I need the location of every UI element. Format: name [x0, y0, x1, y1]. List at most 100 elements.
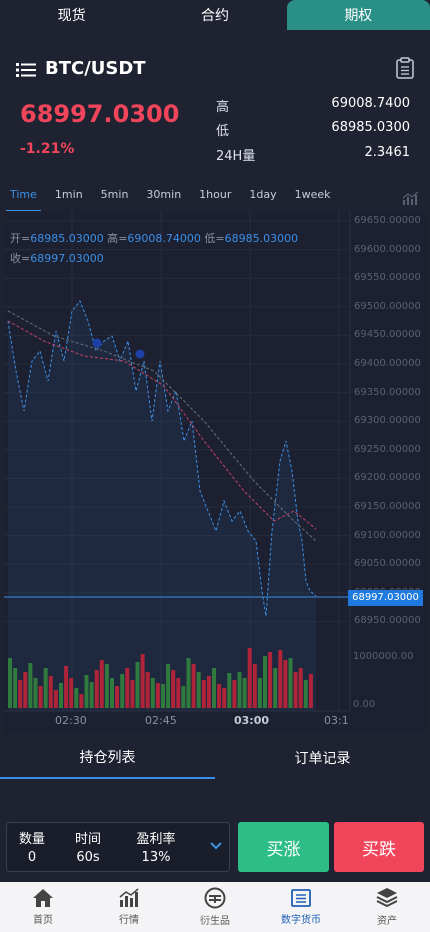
nav-home[interactable]: 首页 [0, 882, 86, 932]
interval-1day[interactable]: 1day [245, 184, 280, 212]
quantity-field: 数量 0 [13, 831, 51, 867]
volume-bar [84, 675, 89, 708]
high-label-ohlc: 高= [107, 232, 128, 245]
quantity-value: 0 [27, 850, 37, 865]
volume-bar [110, 678, 114, 708]
pair-title[interactable]: BTC/USDT [45, 58, 146, 79]
trade-marker [135, 349, 145, 359]
volume-bar [222, 688, 227, 708]
trade-settings[interactable]: 数量 0 时间 60s 盈利率 13% [6, 822, 230, 872]
volume-bar [263, 656, 267, 708]
volume-bar [130, 680, 135, 708]
volume-bar [43, 668, 48, 708]
menu-list-icon[interactable] [16, 62, 36, 78]
volume-bar [293, 672, 298, 708]
volume-value: 2.3461 [364, 145, 411, 160]
nav-derivatives[interactable]: 衍生品 [172, 882, 258, 932]
time-value: 60s [76, 850, 100, 865]
volume-bar [161, 684, 165, 708]
volume-bar [18, 680, 23, 708]
volume-bar [227, 673, 232, 708]
interval-1week[interactable]: 1week [291, 184, 335, 212]
y-axis-label: 69600.00000 [354, 243, 421, 255]
volume-bar [89, 682, 94, 708]
top-tabs: 现货 合约 期权 [0, 0, 430, 30]
layers-icon [376, 888, 398, 908]
volume-bar [308, 674, 313, 708]
volume-bar [94, 670, 99, 708]
time-field: 时间 60s [69, 831, 107, 867]
chevron-down-icon[interactable] [209, 841, 223, 851]
volume-bar [145, 672, 150, 708]
high-value-ohlc: 69008.74000 [127, 232, 201, 245]
high-value: 69008.7400 [331, 96, 410, 111]
interval-30min[interactable]: 30min [142, 184, 185, 212]
pair-header: BTC/USDT [0, 44, 430, 94]
low-value: 68985.0300 [331, 120, 410, 135]
tab-orders[interactable]: 订单记录 [215, 737, 430, 779]
y-axis-label: 69150.00000 [354, 501, 421, 512]
volume-bar [242, 678, 247, 708]
volume-bar [288, 658, 293, 708]
tab-contract[interactable]: 合约 [143, 0, 286, 30]
volume-bar [212, 668, 216, 708]
nav-derivatives-label: 衍生品 [200, 916, 230, 927]
clipboard-icon[interactable] [396, 57, 414, 79]
buy-up-button[interactable]: 买涨 [238, 822, 329, 872]
x-axis-label: 02:45 [145, 714, 177, 727]
position-tabs: 持仓列表 订单记录 [0, 737, 430, 779]
volume-bar [155, 683, 160, 708]
current-price-tag: 68997.03000 [348, 590, 423, 606]
volume-bar [237, 672, 242, 708]
nav-crypto[interactable]: 数字货币 [258, 882, 344, 932]
volume-bar [181, 686, 186, 708]
profit-field: 盈利率 13% [131, 831, 181, 867]
last-price: 68997.0300 [20, 100, 180, 128]
x-axis-label: 02:30 [55, 714, 87, 727]
home-icon [33, 889, 53, 907]
x-axis-label: 03:00 [234, 714, 270, 727]
low-label-ohlc: 低= [204, 232, 225, 245]
interval-time[interactable]: Time [6, 184, 41, 212]
volume-bar [252, 664, 257, 708]
quantity-label: 数量 [18, 832, 45, 847]
volume-bar [206, 676, 211, 708]
volume-bar [247, 648, 252, 708]
volume-bar [166, 664, 171, 708]
volume-bar [232, 680, 237, 708]
interval-1hour[interactable]: 1hour [195, 184, 235, 212]
nav-market[interactable]: 行情 [86, 882, 172, 932]
high-label: 高 [216, 100, 230, 115]
chart-type-icon[interactable] [402, 190, 420, 206]
y-axis-label: 69400.00000 [354, 358, 421, 369]
price-change: -1.21% [20, 141, 75, 157]
tab-positions[interactable]: 持仓列表 [0, 737, 215, 779]
y-axis-label: 69100.00000 [354, 529, 421, 541]
tab-options[interactable]: 期权 [286, 0, 430, 30]
volume-axis-max: 1000000.00 [353, 651, 414, 662]
ohlc-legend: 开=68985.03000 高=69008.74000 低=68985.0300… [10, 229, 298, 269]
volume-bar [69, 678, 74, 708]
tab-spot[interactable]: 现货 [0, 0, 143, 30]
time-label: 时间 [74, 832, 101, 847]
close-label: 收= [10, 252, 31, 265]
volume-bar [298, 668, 303, 708]
volume-bar [64, 666, 69, 708]
volume-bar [217, 684, 222, 708]
y-axis-label: 69300.00000 [354, 415, 421, 427]
profit-label: 盈利率 [136, 832, 176, 847]
y-axis-label: 69650.00000 [354, 215, 421, 226]
volume-bar [59, 683, 63, 708]
y-axis-label: 69550.00000 [354, 272, 421, 284]
volume-bar [191, 664, 196, 708]
interval-5min[interactable]: 5min [97, 184, 133, 212]
volume-bar [196, 672, 201, 708]
nav-assets[interactable]: 资产 [344, 882, 430, 932]
volume-bar [8, 658, 12, 708]
interval-1min[interactable]: 1min [51, 184, 87, 212]
nav-crypto-label: 数字货币 [281, 915, 321, 926]
volume-bar [79, 694, 84, 708]
buy-down-button[interactable]: 买跌 [334, 822, 424, 872]
y-axis-label: 69250.00000 [354, 443, 421, 455]
trade-marker [92, 338, 102, 348]
